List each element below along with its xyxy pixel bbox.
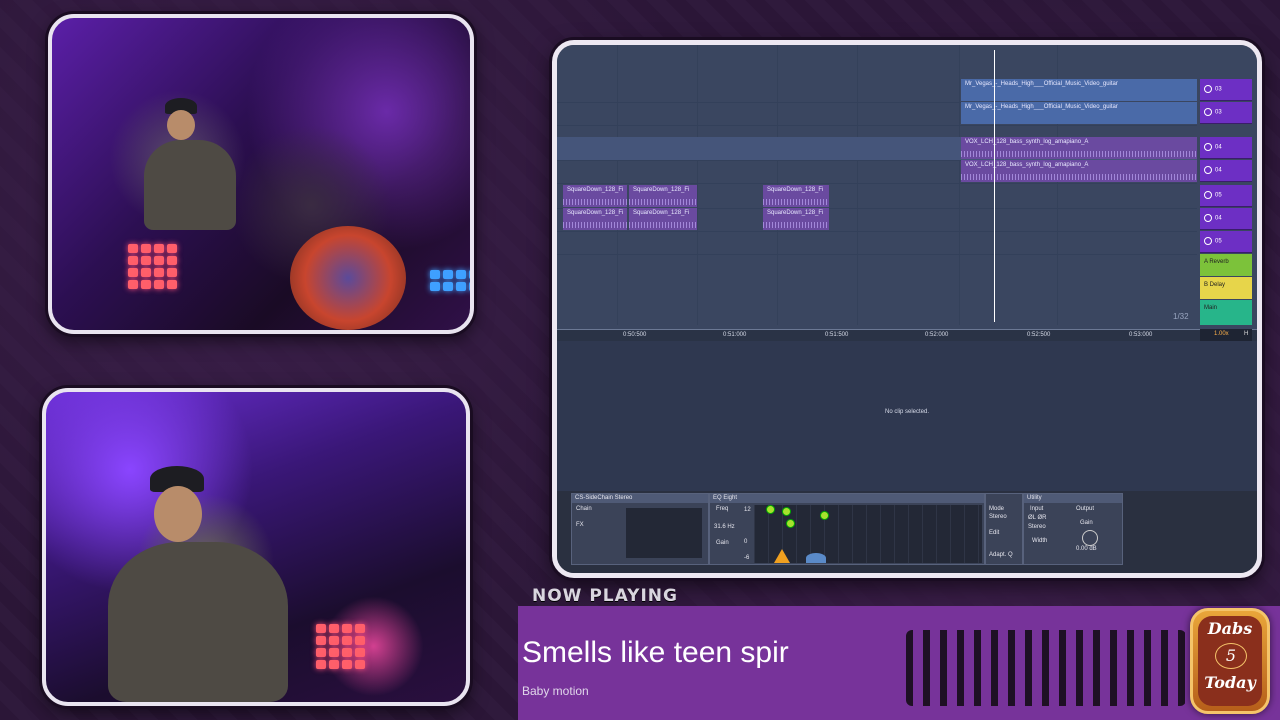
head [167,110,195,140]
return-track-reverb[interactable]: A Reverb [1200,254,1252,276]
device-title-sidechain: CS-SideChain Stereo [572,494,708,503]
arrangement-view[interactable]: Mr_Vegas_-_Heads_High___Official_Music_V… [557,45,1257,329]
tempo-value: 1.00x [1214,331,1229,337]
main-track[interactable]: Main [1200,300,1252,325]
track-header[interactable]: 04 [1200,160,1252,182]
width-label: Width [1032,538,1048,544]
device-title-eq: EQ Eight [710,494,984,503]
mode-value[interactable]: Stereo [989,514,1007,520]
badge-bottom-text: Today [1204,673,1256,692]
time-tick: 0:53:000 [1129,332,1153,338]
time-tick: 0:51:500 [825,332,849,338]
freq-label: Freq [716,506,729,512]
grid-counter: 1/32 [1173,312,1189,321]
track-header[interactable]: 04 [1200,208,1252,230]
device-chain: CS-SideChain Stereo Chain FX EQ Eight Fr… [557,491,1257,573]
track-header[interactable]: 03 [1200,79,1252,101]
device-sidechain[interactable]: CS-SideChain Stereo Chain FX [571,493,709,565]
track-activator-icon[interactable] [1204,191,1212,199]
hotswap-letter: H [1244,331,1249,337]
output-gain-label: Gain [1080,520,1093,526]
person-body [108,542,288,702]
device-eq-controls[interactable]: Mode Stereo Edit Adapt. Q [985,493,1023,565]
device-title-utility: Utility [1024,494,1122,503]
webcam-bottom [42,388,470,706]
eq-scale-label: 12 [744,507,751,513]
chain-label: Chain [576,506,592,512]
track-activator-icon[interactable] [1204,108,1212,116]
phase-invert-toggles[interactable]: ØL ØR [1028,515,1046,521]
fx-label: FX [576,522,584,528]
time-tick: 0:51:000 [723,332,747,338]
edit-label[interactable]: Edit [989,530,999,536]
audio-clip[interactable]: SquareDown_128_Fi [563,185,627,207]
return-track-delay[interactable]: B Delay [1200,277,1252,299]
tempo-footer[interactable]: 1.00x H [1200,329,1252,341]
now-playing-artist: Baby motion [522,684,589,698]
now-playing-title: Smells like teen spir [522,636,789,669]
eq-scale-label: 0 [744,539,748,545]
device-eq-eight[interactable]: EQ Eight Freq 31.6 Hz Gain 12 0 -6 [709,493,985,565]
track-activator-icon[interactable] [1204,237,1212,245]
mode-label: Mode [989,506,1005,512]
track-header[interactable]: 05 [1200,185,1252,207]
audio-clip[interactable]: Mr_Vegas_-_Heads_High___Official_Music_V… [961,102,1197,124]
head [154,486,202,542]
webcam-top [48,14,474,334]
no-clip-message: No clip selected. [884,409,930,415]
adapt-q-label[interactable]: Adapt. Q [989,552,1013,558]
eq-band-node[interactable] [820,511,829,520]
eq-spectrum [806,553,826,563]
output-label: Output [1076,506,1095,512]
eq-band-node[interactable] [782,507,791,516]
output-gain-value[interactable]: 0.00 dB [1076,546,1097,552]
badge-number: 5 [1215,643,1247,669]
gain-label: Gain [716,540,729,546]
track-activator-icon[interactable] [1204,166,1212,174]
freq-value[interactable]: 31.6 Hz [714,524,735,530]
drum-pads [128,244,177,289]
track-header[interactable]: 03 [1200,102,1252,124]
track-header[interactable]: 05 [1200,231,1252,253]
track-activator-icon[interactable] [1204,85,1212,93]
track-activator-icon[interactable] [1204,214,1212,222]
audio-clip[interactable]: Mr_Vegas_-_Heads_High___Official_Music_V… [961,79,1197,101]
time-tick: 0:52:000 [925,332,949,338]
now-playing-label: NOW PLAYING [532,586,678,606]
audio-clip[interactable]: SquareDown_128_Fi [629,185,697,207]
dabs-today-badge: Dabs 5 Today [1190,608,1270,714]
badge-top-text: Dabs [1207,619,1253,638]
audio-clip[interactable]: SquareDown_128_Fi [763,208,829,230]
sidechain-display [626,508,702,558]
audio-clip[interactable]: VOX_LCH_128_bass_synth_log_amapiano_A [961,160,1197,182]
detail-view: No clip selected. [557,341,1257,491]
input-label: Input [1030,506,1044,512]
eq-display[interactable]: 12 0 -6 [744,505,982,563]
eq-band-node[interactable] [766,505,775,514]
input-mode[interactable]: Stereo [1028,524,1046,530]
person-body [144,140,236,230]
audio-clip[interactable]: SquareDown_128_Fi [629,208,697,230]
time-tick: 0:52:500 [1027,332,1051,338]
vinyl-record [290,226,406,330]
drum-pads [316,624,365,669]
audio-clip[interactable]: SquareDown_128_Fi [763,185,829,207]
device-utility[interactable]: Utility Input ØL ØR Stereo Width Output … [1023,493,1123,565]
audio-clip[interactable]: SquareDown_128_Fi [563,208,627,230]
blue-pads [430,270,470,291]
track-activator-icon[interactable] [1204,143,1212,151]
audio-clip[interactable]: VOX_LCH_128_bass_synth_log_amapiano_A [961,137,1197,159]
decorative-stripes [906,630,1186,706]
time-tick: 0:50:500 [623,332,647,338]
eq-scale-label: -6 [744,555,750,561]
eq-filter-shape [774,549,790,563]
daw-window: Mr_Vegas_-_Heads_High___Official_Music_V… [552,40,1262,578]
track-header[interactable]: 04 [1200,137,1252,159]
playhead[interactable] [994,50,995,322]
eq-band-node[interactable] [786,519,795,528]
gain-knob[interactable] [1082,530,1098,546]
